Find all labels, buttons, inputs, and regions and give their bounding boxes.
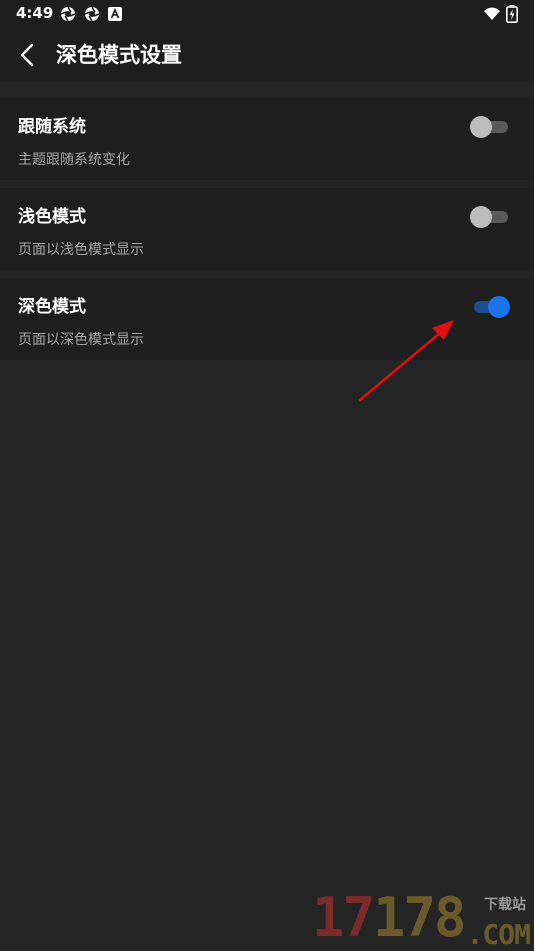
app-header: 深色模式设置 bbox=[0, 28, 534, 82]
aperture-icon bbox=[60, 6, 76, 22]
status-time: 4:49 bbox=[16, 4, 54, 22]
annotation-arrow bbox=[358, 320, 454, 402]
watermark-digits-text: 17178 bbox=[312, 886, 467, 949]
toggle-thumb bbox=[488, 296, 510, 318]
light-mode-toggle[interactable] bbox=[470, 205, 510, 229]
a-badge-icon bbox=[108, 7, 122, 21]
watermark-logo: 17178 下载站 .COM bbox=[312, 886, 534, 951]
setting-description: 主题跟随系统变化 bbox=[18, 152, 130, 168]
status-bar: 4:49 bbox=[0, 0, 534, 28]
watermark-domain: .COM bbox=[466, 918, 531, 951]
battery-charging-icon bbox=[506, 5, 518, 23]
setting-description: 页面以浅色模式显示 bbox=[18, 242, 144, 258]
watermark-digits: 17178 bbox=[312, 886, 467, 949]
setting-description: 页面以深色模式显示 bbox=[18, 332, 144, 348]
page-title: 深色模式设置 bbox=[56, 43, 182, 67]
setting-title: 跟随系统 bbox=[18, 117, 86, 137]
follow-system-toggle[interactable] bbox=[470, 115, 510, 139]
setting-light-mode[interactable]: 浅色模式 页面以浅色模式显示 bbox=[0, 188, 534, 270]
watermark-label: 下载站 bbox=[484, 897, 526, 913]
toggle-thumb bbox=[470, 206, 492, 228]
setting-follow-system[interactable]: 跟随系统 主题跟随系统变化 bbox=[0, 98, 534, 180]
dark-mode-toggle[interactable] bbox=[470, 295, 510, 319]
back-button[interactable] bbox=[12, 40, 42, 70]
setting-title: 深色模式 bbox=[18, 297, 86, 317]
toggle-thumb bbox=[470, 116, 492, 138]
aperture-icon bbox=[84, 6, 100, 22]
chevron-left-icon bbox=[20, 43, 34, 67]
wifi-icon bbox=[484, 7, 500, 20]
setting-title: 浅色模式 bbox=[18, 207, 86, 227]
